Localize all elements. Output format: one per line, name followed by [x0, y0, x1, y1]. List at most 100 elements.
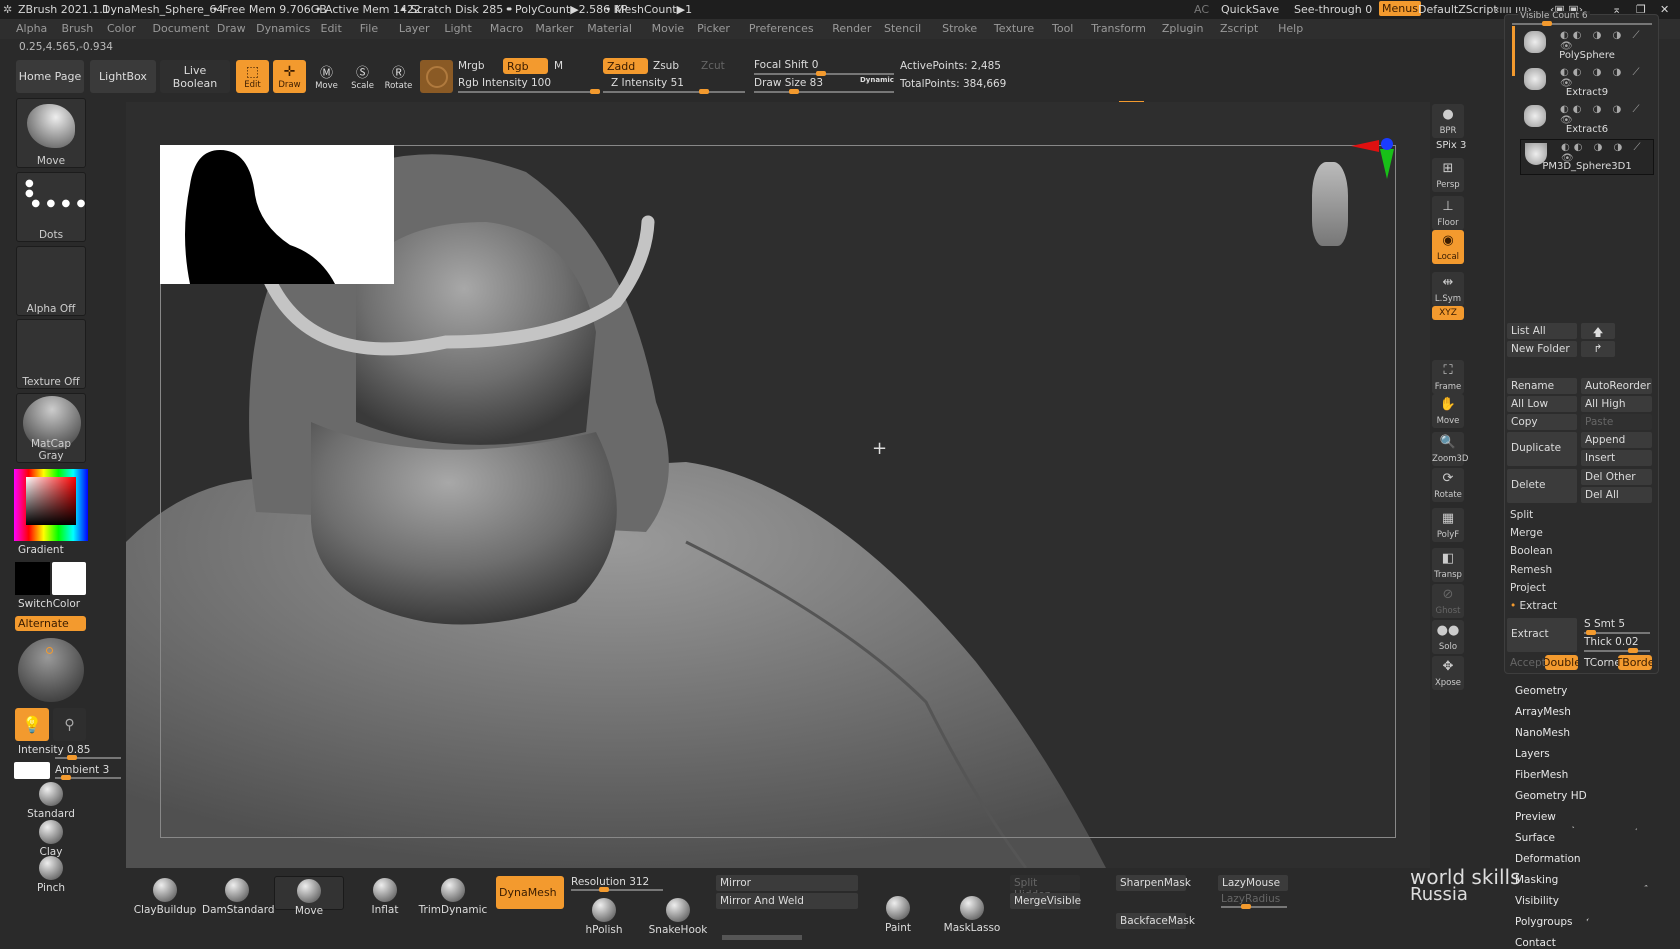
gradient-toggle[interactable]: Gradient	[18, 544, 64, 556]
tool-section-surface[interactable]: Surface	[1515, 832, 1555, 844]
rgb-button[interactable]: Rgb	[503, 58, 548, 74]
subtool-visibility-icons[interactable]: ◐◐ ◑ ◑ ⟋ 👁	[1560, 67, 1654, 89]
tool-section-contact[interactable]: Contact	[1515, 937, 1556, 949]
menu-file[interactable]: File	[360, 22, 378, 35]
m-button[interactable]: M	[554, 60, 563, 72]
menu-macro[interactable]: Macro	[490, 22, 523, 35]
duplicate-button[interactable]: Duplicate	[1507, 432, 1577, 466]
intensity-slider[interactable]	[55, 755, 121, 760]
menu-picker[interactable]: Picker	[697, 22, 730, 35]
menu-zscript[interactable]: Zscript	[1220, 22, 1258, 35]
brush-move[interactable]: Move	[274, 876, 344, 917]
zoom3d-button[interactable]: 🔍 Zoom3D	[1432, 432, 1468, 466]
subtool-visibility-icons[interactable]: ◐◐ ◑ ◑ ⟋ 👁	[1560, 30, 1654, 52]
merge-section[interactable]: Merge	[1510, 527, 1543, 539]
close-icon[interactable]: ✕	[1660, 3, 1669, 16]
brush-claybuildup[interactable]: ClayBuildup	[130, 876, 200, 916]
subtool-visibility-icons[interactable]: ◐◐ ◑ ◑ ⟋ 👁	[1560, 104, 1654, 126]
switch-color-button[interactable]: SwitchColor	[18, 598, 80, 610]
dynamic-toggle[interactable]: Dynamic	[860, 76, 894, 84]
main-color-swatch[interactable]	[15, 562, 50, 595]
live-boolean-button[interactable]: Live Boolean	[160, 60, 230, 93]
menu-alpha[interactable]: Alpha	[16, 22, 47, 35]
xyz-button[interactable]: XYZ	[1432, 306, 1464, 320]
menu-brush[interactable]: Brush	[62, 22, 94, 35]
new-folder-button[interactable]: New Folder	[1507, 341, 1577, 357]
light-bulb-off-icon[interactable]: ⚲	[53, 708, 86, 741]
draw-button[interactable]: ✛ Draw	[273, 60, 306, 93]
remesh-section[interactable]: Remesh	[1510, 564, 1552, 576]
tool-section-polygroups[interactable]: Polygroups	[1515, 916, 1572, 928]
viewport[interactable]: +	[126, 102, 1430, 868]
tool-section-nanomesh[interactable]: NanoMesh	[1515, 727, 1570, 739]
dynamesh-button[interactable]: DynaMesh	[496, 876, 564, 909]
project-section[interactable]: Project	[1510, 582, 1546, 594]
tool-section-geometry-hd[interactable]: Geometry HD	[1515, 790, 1587, 802]
tool-section-fibermesh[interactable]: FiberMesh	[1515, 769, 1568, 781]
transp-button[interactable]: ◧ Transp	[1432, 548, 1464, 582]
extract-section[interactable]: • Extract	[1510, 600, 1557, 612]
z-intensity-slider[interactable]	[603, 89, 745, 94]
list-all-button[interactable]: List All	[1507, 323, 1577, 339]
menu-dynamics[interactable]: Dynamics	[256, 22, 310, 35]
arrow-up-icon[interactable]: 🡅	[1581, 323, 1615, 339]
paint-brush[interactable]: Paint	[870, 896, 926, 934]
menu-help[interactable]: Help	[1278, 22, 1303, 35]
shelf-scroll[interactable]	[722, 935, 802, 940]
tborder-toggle[interactable]: TBorde	[1618, 655, 1652, 670]
tcorner-toggle[interactable]: TCorne	[1584, 657, 1621, 669]
menu-preferences[interactable]: Preferences	[749, 22, 814, 35]
ghost-button[interactable]: ⊘ Ghost	[1432, 584, 1464, 618]
brush-selector[interactable]: Move	[16, 98, 86, 168]
local-button[interactable]: ◉ Local	[1432, 230, 1464, 264]
split-hidden-button[interactable]: Split Hidden	[1010, 875, 1080, 901]
frame-button[interactable]: ⛶ Frame	[1432, 360, 1464, 394]
menu-light[interactable]: Light	[444, 22, 471, 35]
menu-draw[interactable]: Draw	[217, 22, 246, 35]
thick-slider[interactable]	[1584, 648, 1650, 653]
accept-button[interactable]: Accept	[1510, 657, 1546, 669]
move-button[interactable]: Ⓜ Move	[310, 60, 343, 93]
s-smt-slider[interactable]	[1584, 630, 1650, 635]
menu-edit[interactable]: Edit	[321, 22, 342, 35]
polyf-button[interactable]: ▦ PolyF	[1432, 508, 1464, 542]
floor-button[interactable]: ⊥ Floor	[1432, 196, 1464, 230]
backface-mask-button[interactable]: BackfaceMask	[1116, 913, 1195, 929]
zadd-button[interactable]: Zadd	[603, 58, 648, 74]
zsub-button[interactable]: Zsub	[653, 60, 679, 72]
ambient-color-swatch[interactable]	[14, 762, 50, 779]
snakehook-brush[interactable]: SnakeHook	[648, 898, 708, 936]
texture-selector[interactable]: Texture Off	[16, 319, 86, 389]
menu-texture[interactable]: Texture	[994, 22, 1034, 35]
menu-render[interactable]: Render	[832, 22, 871, 35]
alternate-button[interactable]: Alternate	[15, 616, 86, 631]
material-selector[interactable]: MatCap Gray	[16, 393, 86, 463]
persp-button[interactable]: ⊞ Persp	[1432, 158, 1464, 192]
solo-button[interactable]: ●● Solo	[1432, 620, 1464, 654]
menu-stencil[interactable]: Stencil	[884, 22, 921, 35]
mirror-button[interactable]: Mirror	[716, 875, 858, 891]
color-picker[interactable]	[14, 469, 88, 541]
light-bulb-on-icon[interactable]: 💡	[15, 708, 49, 741]
quicksave-button[interactable]: QuickSave	[1221, 3, 1279, 16]
home-page-button[interactable]: Home Page	[16, 60, 84, 93]
brush-damstandard[interactable]: DamStandard	[202, 876, 275, 916]
tool-section-arraymesh[interactable]: ArrayMesh	[1515, 706, 1571, 718]
menu-zplugin[interactable]: Zplugin	[1162, 22, 1204, 35]
focal-shift-slider[interactable]	[754, 71, 894, 76]
subtool-item[interactable]: ◐◐ ◑ ◑ ⟋ 👁 Extract9	[1520, 65, 1654, 101]
all-high-button[interactable]: All High	[1581, 396, 1652, 412]
double-toggle[interactable]: Double	[1545, 655, 1578, 670]
copy-button[interactable]: Copy	[1507, 414, 1577, 430]
subtool-item[interactable]: ◐◐ ◑ ◑ ⟋ 👁 PM3D_Sphere3D1	[1520, 139, 1654, 175]
masklasso-brush[interactable]: MaskLasso	[942, 896, 1002, 934]
ac-button[interactable]: AC	[1194, 3, 1209, 16]
insert-button[interactable]: Insert	[1581, 450, 1652, 466]
lightbox-button[interactable]: LightBox	[90, 60, 156, 93]
folder-arrow-icon[interactable]: ↱	[1581, 341, 1615, 357]
stroke-selector[interactable]: ● ● ● ● ● ● Dots	[16, 172, 86, 242]
delete-button[interactable]: Delete	[1507, 469, 1577, 503]
light-sphere[interactable]	[18, 638, 84, 702]
see-through-slider[interactable]: See-through 0	[1294, 3, 1372, 16]
menu-material[interactable]: Material	[587, 22, 632, 35]
